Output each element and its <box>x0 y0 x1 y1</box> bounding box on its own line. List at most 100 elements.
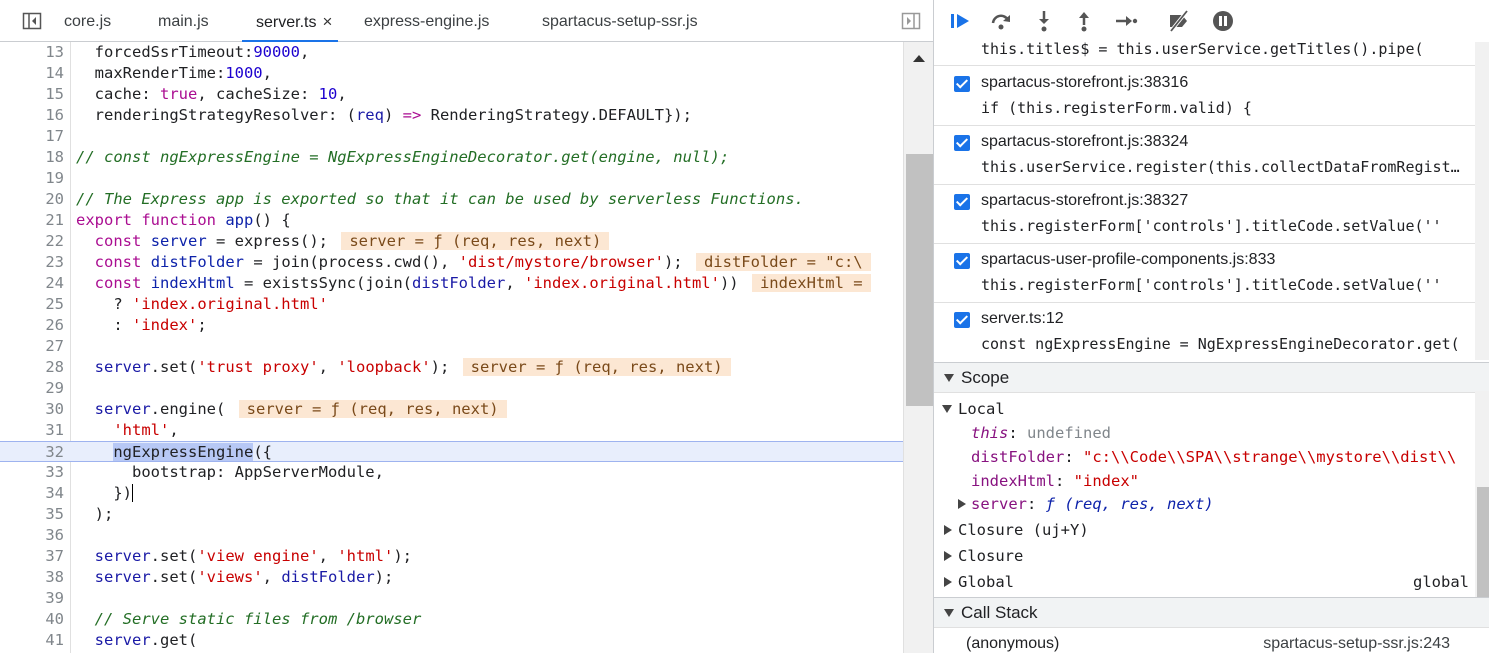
code-line: 13 forcedSsrTimeout:90000, <box>0 42 903 63</box>
call-stack-section-header[interactable]: Call Stack <box>934 597 1489 628</box>
scope-local[interactable]: Local <box>934 397 1475 421</box>
resume-icon[interactable] <box>948 9 972 33</box>
line-number[interactable]: 21 <box>0 210 64 231</box>
breakpoint-item[interactable]: spartacus-storefront.js:38327 this.regis… <box>934 185 1475 244</box>
line-number[interactable]: 14 <box>0 63 64 84</box>
code-line: 30 server.engine( server = ƒ (req, res, … <box>0 399 903 420</box>
code-text: cache: true, cacheSize: 10, <box>76 85 347 103</box>
step-out-icon[interactable] <box>1072 9 1096 33</box>
frame-location[interactable]: spartacus-setup-ssr.js:243 <box>1263 635 1450 653</box>
property-value: undefined <box>1027 424 1111 442</box>
line-number[interactable]: 26 <box>0 315 64 336</box>
line-number[interactable]: 18 <box>0 147 64 168</box>
breakpoints-scrollbar[interactable] <box>1475 42 1489 360</box>
scroll-up-arrow-icon[interactable] <box>913 55 925 62</box>
breakpoint-item[interactable]: spartacus-storefront.js:38316 if (this.r… <box>934 67 1475 126</box>
code-comment: // Serve static files from /browser <box>76 610 422 628</box>
tab-main-js[interactable]: main.js <box>158 0 209 42</box>
line-number[interactable]: 19 <box>0 168 64 189</box>
breakpoints-list: this.titles$ = this.userService.getTitle… <box>934 42 1475 360</box>
step-into-icon[interactable] <box>1032 9 1056 33</box>
line-number[interactable]: 17 <box>0 126 64 147</box>
step-icon[interactable] <box>1114 9 1138 33</box>
line-number[interactable]: 39 <box>0 588 64 609</box>
line-number[interactable]: 35 <box>0 504 64 525</box>
line-number[interactable]: 33 <box>0 462 64 483</box>
line-number[interactable]: 16 <box>0 105 64 126</box>
expand-arrow-icon[interactable] <box>944 577 952 587</box>
scope-entry-server[interactable]: server: ƒ (req, res, next) <box>934 492 1475 516</box>
scrollbar-thumb[interactable] <box>906 154 934 406</box>
breakpoint-item[interactable]: spartacus-storefront.js:38324 this.userS… <box>934 126 1475 185</box>
line-number[interactable]: 30 <box>0 399 64 420</box>
expand-arrow-icon[interactable] <box>958 499 966 509</box>
tab-spartacus-setup-ssr-js[interactable]: spartacus-setup-ssr.js <box>542 0 698 42</box>
call-stack-frame[interactable]: (anonymous) spartacus-setup-ssr.js:243 <box>934 627 1489 653</box>
code-text: const distFolder = join(process.cwd(), '… <box>76 252 871 273</box>
code-text: ngExpressEngine({ <box>113 443 272 461</box>
source-editor-pane: core.js main.js server.ts × express-engin… <box>0 0 934 653</box>
code-line: 22 const server = express(); server = ƒ … <box>0 231 903 252</box>
line-number[interactable]: 28 <box>0 357 64 378</box>
scope-label: Local <box>958 400 1005 418</box>
breakpoint-item[interactable]: server.ts:12 const ngExpressEngine = NgE… <box>934 303 1475 360</box>
line-number[interactable]: 41 <box>0 630 64 651</box>
line-number[interactable]: 32 <box>0 442 64 463</box>
scope-entry[interactable]: indexHtml: "index" <box>934 469 1475 493</box>
scope-entry[interactable]: distFolder: "c:\\Code\\SPA\\strange\\mys… <box>934 445 1475 469</box>
line-number[interactable]: 15 <box>0 84 64 105</box>
breakpoint-checkbox[interactable] <box>954 253 970 269</box>
line-number[interactable]: 25 <box>0 294 64 315</box>
editor-tab-bar: core.js main.js server.ts × express-engin… <box>0 0 933 42</box>
line-number[interactable]: 20 <box>0 189 64 210</box>
editor-scrollbar[interactable] <box>903 42 934 653</box>
close-tab-icon[interactable]: × <box>322 12 332 31</box>
line-number[interactable]: 29 <box>0 378 64 399</box>
breakpoint-checkbox[interactable] <box>954 194 970 210</box>
line-number[interactable]: 31 <box>0 420 64 441</box>
code-text: maxRenderTime:1000, <box>76 64 272 82</box>
line-number[interactable]: 36 <box>0 525 64 546</box>
scope-closure[interactable]: Closure <box>934 544 1475 568</box>
step-over-icon[interactable] <box>989 9 1013 33</box>
scope-closure[interactable]: Closure (uj+Y) <box>934 518 1475 542</box>
breakpoint-item[interactable]: spartacus-user-profile-components.js:833… <box>934 244 1475 303</box>
breakpoint-checkbox[interactable] <box>954 312 970 328</box>
tab-express-engine-js[interactable]: express-engine.js <box>364 0 489 42</box>
line-number[interactable]: 27 <box>0 336 64 357</box>
toggle-navigator-icon[interactable] <box>22 11 42 31</box>
tab-core-js[interactable]: core.js <box>64 0 111 42</box>
tab-label: server.ts <box>256 14 317 31</box>
deactivate-breakpoints-icon[interactable] <box>1167 9 1191 33</box>
breakpoint-checkbox[interactable] <box>954 76 970 92</box>
breakpoint-location: spartacus-storefront.js:38327 <box>981 192 1189 209</box>
line-number[interactable]: 34 <box>0 483 64 504</box>
scope-label: Global <box>958 573 1014 591</box>
code-text: : 'index'; <box>76 316 207 334</box>
code-text: const server = express(); server = ƒ (re… <box>76 231 610 252</box>
tab-server-ts[interactable]: server.ts × <box>242 0 339 42</box>
scope-global[interactable]: Global global <box>934 570 1475 594</box>
line-number[interactable]: 13 <box>0 42 64 63</box>
scope-section-header[interactable]: Scope <box>934 362 1489 393</box>
code-view[interactable]: 13 forcedSsrTimeout:90000, 14 maxRenderT… <box>0 42 903 653</box>
code-text: server.set('views', distFolder); <box>94 568 394 586</box>
expand-arrow-icon[interactable] <box>944 551 952 561</box>
scrollbar-thumb[interactable] <box>1477 487 1489 597</box>
expand-arrow-icon[interactable] <box>944 525 952 535</box>
scope-entry[interactable]: this: undefined <box>934 421 1475 445</box>
line-number[interactable]: 23 <box>0 252 64 273</box>
line-number[interactable]: 37 <box>0 546 64 567</box>
breakpoint-location: spartacus-storefront.js:38316 <box>981 74 1189 91</box>
line-number[interactable]: 40 <box>0 609 64 630</box>
line-number[interactable]: 22 <box>0 231 64 252</box>
toggle-debugger-icon[interactable] <box>901 11 921 31</box>
line-number[interactable]: 24 <box>0 273 64 294</box>
scope-scrollbar[interactable] <box>1475 391 1489 597</box>
breakpoint-checkbox[interactable] <box>954 135 970 151</box>
pause-on-exceptions-icon[interactable] <box>1211 9 1235 33</box>
line-number[interactable]: 38 <box>0 567 64 588</box>
code-line: 39 <box>0 588 903 609</box>
code-comment: // The Express app is exported so that i… <box>76 190 804 208</box>
code-line: 38 server.set('views', distFolder); <box>0 567 903 588</box>
